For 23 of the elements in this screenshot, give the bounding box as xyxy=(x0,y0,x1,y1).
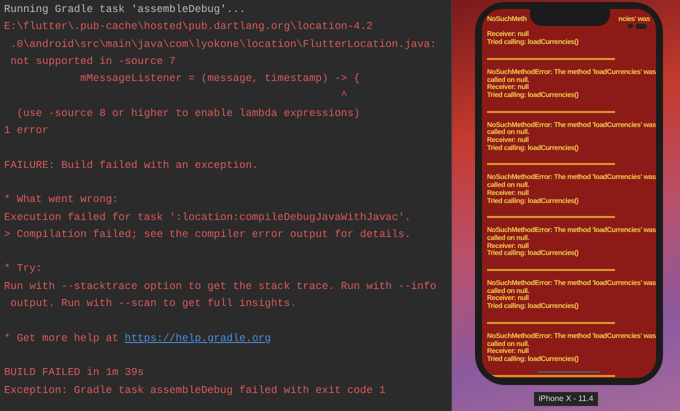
console-line: * What went wrong: xyxy=(4,193,118,208)
console-line: Running Gradle task 'assembleDebug'... xyxy=(4,3,246,18)
console-line: ^ xyxy=(340,89,348,104)
console-line: not supported in -source 7 xyxy=(9,54,176,70)
home-indicator xyxy=(538,371,600,373)
console-line: E:\flutter\.pub-cache\hosted\pub.dartlang.org\location-4.2 xyxy=(4,20,373,36)
device-label: iPhone X - 11.4 xyxy=(534,392,598,406)
console-line: 1 error xyxy=(4,124,49,140)
wifi-icon xyxy=(627,24,634,29)
console-line: output. Run with --scan to get full insights. xyxy=(9,297,296,312)
help-link[interactable]: https://help.gradle.org xyxy=(124,330,272,348)
console-line: FAILURE: Build failed with an exception. xyxy=(4,158,258,174)
console-line: Exception: Gradle task assembleDebug failed with exit code 1 xyxy=(4,384,386,399)
console-line: * Get more help at xyxy=(4,332,120,347)
console-line: BUILD FAILED in 1m 39s xyxy=(4,366,144,382)
console-line: * Try: xyxy=(4,262,42,278)
console-line: > Compilation failed; see the compiler error output for details. xyxy=(4,228,411,243)
console-line: mMessageListener = (message, timestamp) -> { xyxy=(79,72,360,88)
console-line: Execution failed for task ':location:compileDebugJavaWithJavac'. xyxy=(4,210,411,226)
console-line: .0\android\src\main\java\com\lyokone\location\FlutterLocation.java: xyxy=(9,38,436,53)
console-line: (use -source 8 or higher to enable lambda expressions) xyxy=(16,106,360,122)
console-line: Run with --stacktrace option to get the stack trace. Run with --info xyxy=(4,280,436,295)
battery-icon xyxy=(636,24,647,29)
